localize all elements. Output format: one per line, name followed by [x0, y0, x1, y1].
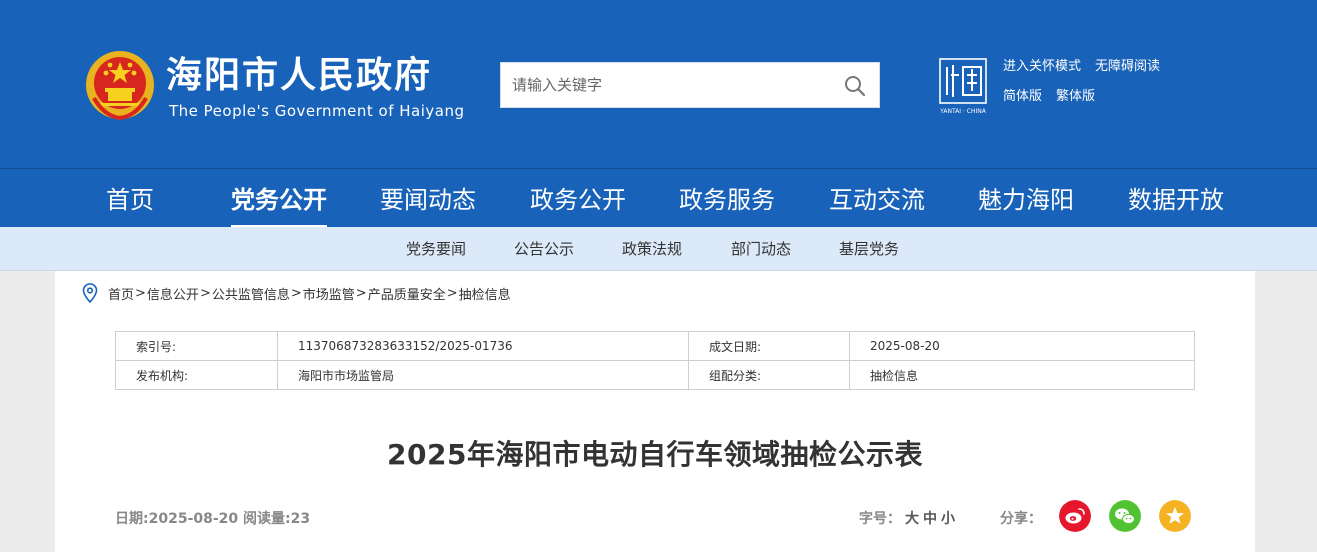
- nav-charm-haiyang[interactable]: 魅力海阳: [978, 169, 1074, 228]
- nav-gov-affairs[interactable]: 政务公开: [530, 169, 626, 228]
- article-title: 2025年海阳市电动自行车领域抽检公示表: [387, 438, 923, 471]
- nav-home[interactable]: 首页: [106, 169, 154, 228]
- meta-index-value: 113706873283633152/2025-01736: [277, 331, 689, 361]
- font-size-large[interactable]: 大: [905, 511, 919, 527]
- national-emblem-icon: [86, 51, 154, 121]
- top-links: 进入关怀模式 无障碍阅读 简体版 繁体版: [1003, 52, 1174, 112]
- font-size-control: 字号：大中小: [859, 508, 955, 528]
- site-title: 海阳市人民政府: [166, 55, 433, 96]
- subnav-announcements[interactable]: 公告公示: [514, 227, 574, 271]
- main-nav: 首页 党务公开 要闻动态 政务公开 政务服务 互动交流 魅力海阳 数据开放: [0, 168, 1317, 227]
- search-icon[interactable]: [843, 74, 867, 98]
- breadcrumb-inspection-info[interactable]: 抽检信息: [459, 284, 511, 303]
- subnav-department-news[interactable]: 部门动态: [731, 227, 791, 271]
- nav-open-data[interactable]: 数据开放: [1128, 169, 1224, 228]
- breadcrumb-info-disclosure[interactable]: 信息公开: [147, 284, 199, 303]
- subnav-party-news[interactable]: 党务要闻: [406, 227, 466, 271]
- yantai-china-logo: YANTAI · CHINA: [939, 58, 987, 115]
- meta-org-value: 海阳市市场监管局: [277, 360, 689, 390]
- meta-org-label: 发布机构:: [115, 360, 278, 390]
- meta-category-value: 抽检信息: [849, 360, 1195, 390]
- site-header: 海阳市人民政府 The People's Government of Haiya…: [0, 0, 1317, 168]
- share-label: 分享：: [1000, 511, 1042, 527]
- breadcrumb-home[interactable]: 首页: [108, 284, 134, 303]
- breadcrumb: 首页 > 信息公开 > 公共监管信息 > 市场监管 > 产品质量安全 > 抽检信息: [82, 283, 511, 303]
- nav-news[interactable]: 要闻动态: [380, 169, 476, 228]
- weibo-share-icon[interactable]: [1059, 500, 1091, 532]
- site-subtitle: The People's Government of Haiyang: [169, 102, 465, 120]
- search-box: [500, 62, 880, 108]
- breadcrumb-public-supervision[interactable]: 公共监管信息: [212, 284, 290, 303]
- sub-nav: 党务要闻 公告公示 政策法规 部门动态 基层党务: [0, 227, 1317, 271]
- breadcrumb-market-supervision[interactable]: 市场监管: [303, 284, 355, 303]
- traditional-chinese-link[interactable]: 繁体版: [1056, 89, 1095, 104]
- nav-gov-services[interactable]: 政务服务: [679, 169, 775, 228]
- location-pin-icon: [82, 283, 98, 303]
- care-mode-link[interactable]: 进入关怀模式: [1003, 59, 1081, 74]
- search-input[interactable]: [501, 63, 831, 107]
- font-size-small[interactable]: 小: [941, 511, 955, 527]
- nav-interaction[interactable]: 互动交流: [829, 169, 925, 228]
- meta-index-label: 索引号:: [115, 331, 278, 361]
- document-meta-table: 索引号: 113706873283633152/2025-01736 成文日期:…: [115, 331, 1195, 390]
- font-size-medium[interactable]: 中: [923, 511, 937, 527]
- article-info: 日期:2025-08-20 阅读量:23: [115, 511, 311, 527]
- meta-category-label: 组配分类:: [688, 360, 850, 390]
- qzone-share-icon[interactable]: [1159, 500, 1191, 532]
- meta-date-label: 成文日期:: [688, 331, 850, 361]
- meta-date-value: 2025-08-20: [849, 331, 1195, 361]
- breadcrumb-product-quality[interactable]: 产品质量安全: [368, 284, 446, 303]
- subnav-policies[interactable]: 政策法规: [622, 227, 682, 271]
- font-size-label: 字号：: [859, 511, 901, 527]
- subnav-grassroots[interactable]: 基层党务: [839, 227, 899, 271]
- nav-party-affairs[interactable]: 党务公开: [231, 169, 327, 228]
- meta-row: 索引号: 113706873283633152/2025-01736 成文日期:…: [115, 331, 1195, 361]
- meta-row: 发布机构: 海阳市市场监管局 组配分类: 抽检信息: [115, 360, 1195, 390]
- accessible-reading-link[interactable]: 无障碍阅读: [1095, 59, 1160, 74]
- simplified-chinese-link[interactable]: 简体版: [1003, 89, 1042, 104]
- yantai-logo-caption: YANTAI · CHINA: [939, 108, 987, 115]
- wechat-share-icon[interactable]: [1109, 500, 1141, 532]
